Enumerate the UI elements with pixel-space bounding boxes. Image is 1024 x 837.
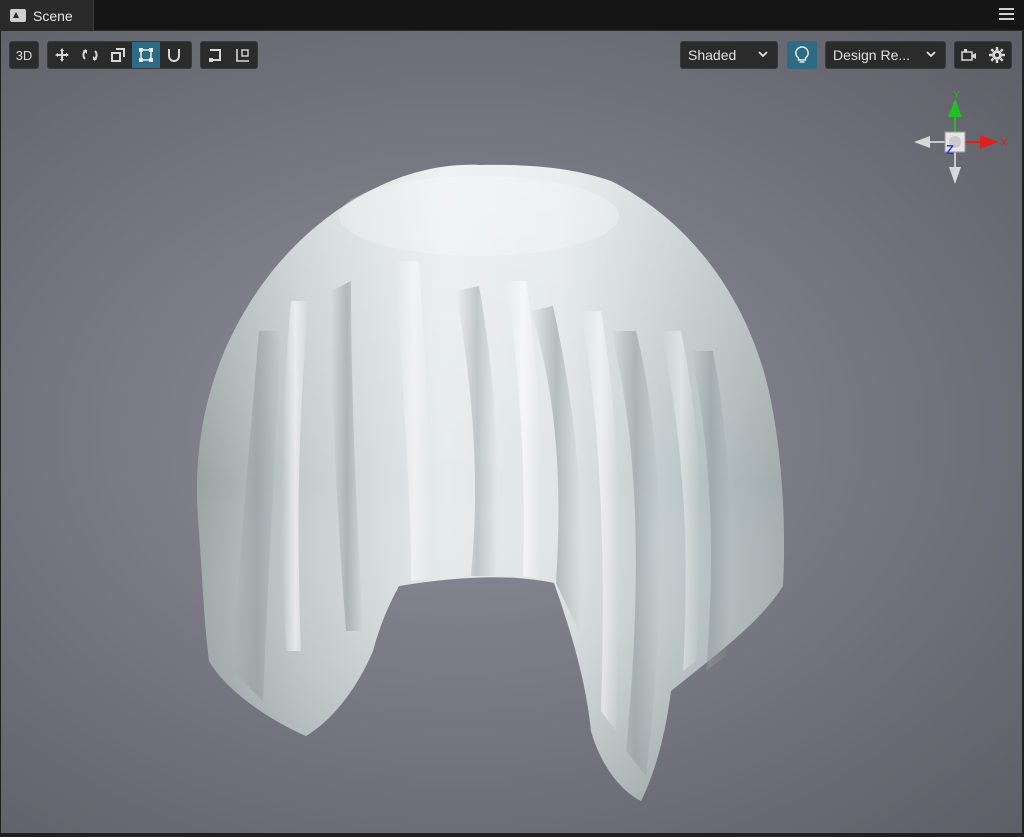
x-axis-arrow-icon[interactable]: [980, 135, 998, 149]
cloth-model[interactable]: [1, 31, 1022, 833]
resolution-dropdown[interactable]: Design Re...: [825, 41, 946, 69]
neg-x-axis-arrow-icon[interactable]: [914, 136, 930, 148]
neg-y-axis-arrow-icon[interactable]: [949, 167, 961, 184]
pivot-local-icon[interactable]: [201, 42, 229, 68]
tab-scene[interactable]: Scene: [0, 0, 94, 31]
transform-tools: [47, 41, 192, 69]
x-axis-label: X: [1000, 137, 1008, 149]
z-axis-label: Z: [946, 142, 954, 157]
pivot-tools: [200, 41, 258, 69]
pivot-global-icon[interactable]: [229, 42, 257, 68]
rotate-tool-icon[interactable]: [76, 42, 104, 68]
scale-tool-icon[interactable]: [104, 42, 132, 68]
settings-gear-icon[interactable]: [983, 42, 1011, 68]
lighting-toggle-button[interactable]: [787, 41, 817, 69]
scene-icon: [10, 9, 26, 22]
rect-transform-tool-icon[interactable]: [132, 42, 160, 68]
camera-tools: [954, 41, 1012, 69]
chevron-down-icon: [758, 51, 768, 58]
move-tool-icon[interactable]: [48, 42, 76, 68]
camera-icon[interactable]: [955, 42, 983, 68]
lightbulb-icon: [795, 46, 809, 63]
y-axis-label: Y: [953, 90, 960, 101]
scene-window: Scene 3D Shaded Design Re... Y X Z: [0, 0, 1024, 837]
tab-bar: Scene: [0, 0, 1024, 31]
3d-mode-button[interactable]: 3D: [10, 42, 38, 68]
hamburger-menu-icon[interactable]: [999, 8, 1014, 22]
y-axis-arrow-icon[interactable]: [948, 99, 962, 117]
chevron-down-icon: [926, 51, 936, 58]
shading-mode-label: Shaded: [688, 47, 737, 63]
shading-mode-dropdown[interactable]: Shaded: [680, 41, 778, 69]
mode-toggle-group: 3D: [9, 41, 39, 69]
snap-magnet-icon[interactable]: [160, 42, 188, 68]
orientation-gizmo[interactable]: Y X Z: [906, 87, 1016, 197]
tab-scene-label: Scene: [33, 7, 73, 24]
resolution-label: Design Re...: [833, 47, 911, 63]
scene-viewport[interactable]: 3D Shaded Design Re... Y X Z: [1, 31, 1022, 833]
